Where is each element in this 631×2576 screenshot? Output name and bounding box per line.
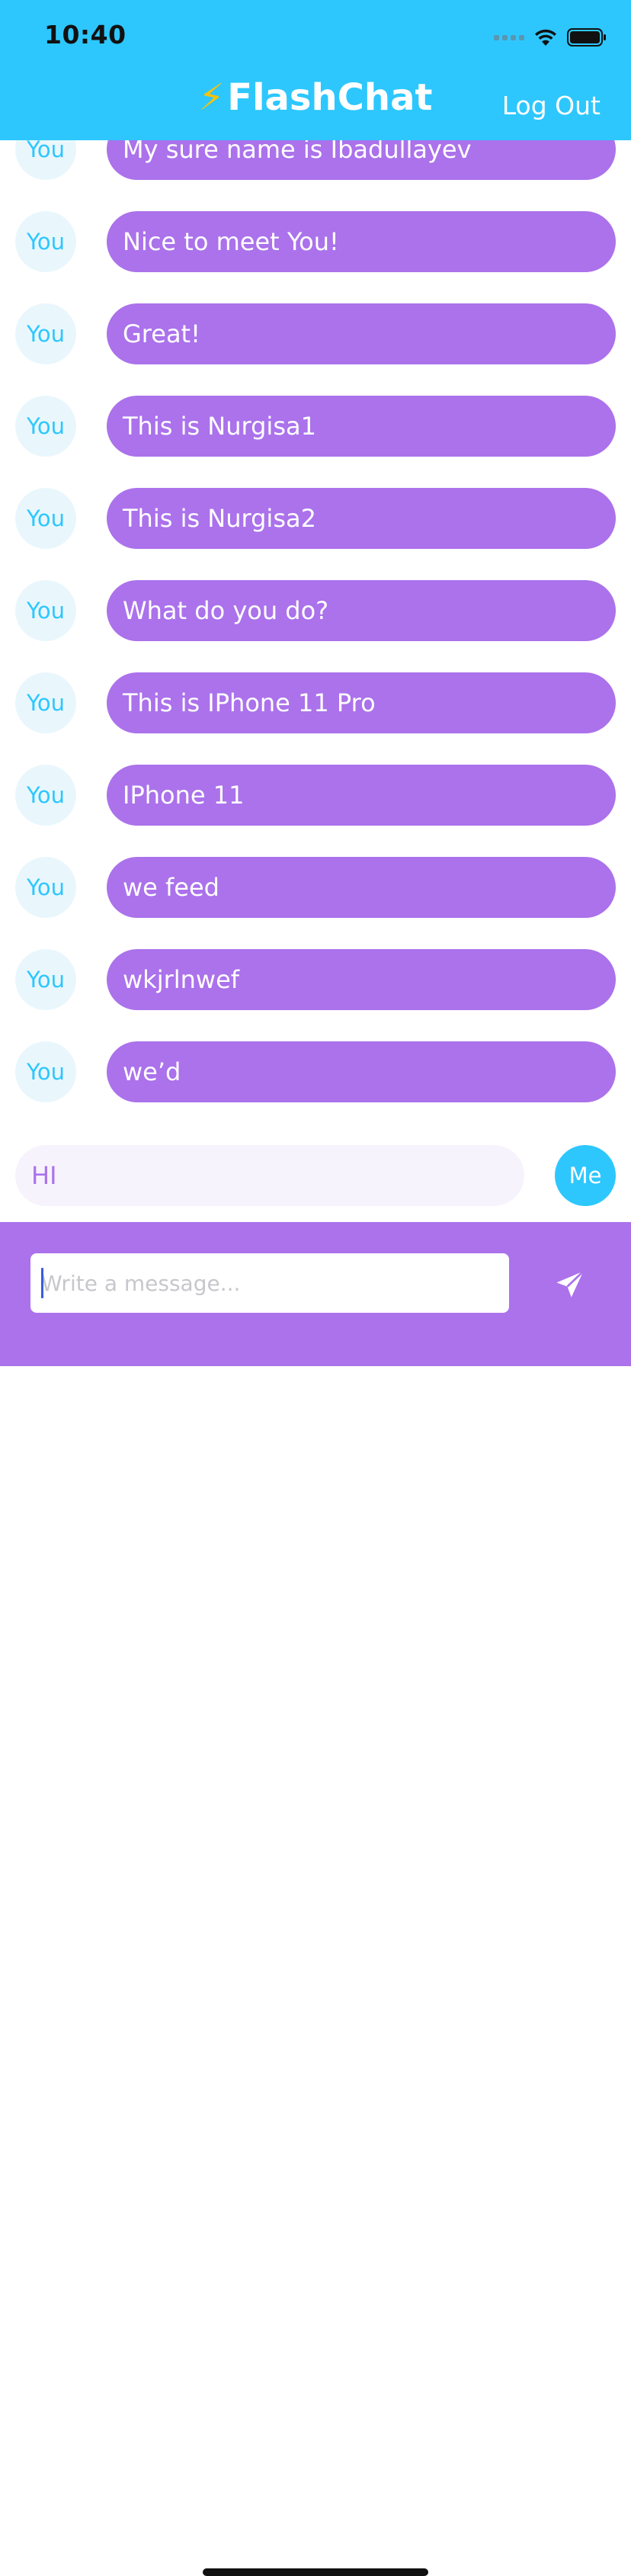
avatar: You (15, 949, 76, 1010)
message-row: You wkjrlnwef (0, 949, 631, 1010)
wifi-icon (535, 29, 556, 46)
compose-bar (0, 1222, 631, 2576)
message-row: You Nice to meet You! (0, 211, 631, 272)
message-bubble: This is IPhone 11 Pro (107, 672, 616, 733)
avatar-me: Me (555, 1145, 616, 1206)
avatar: You (15, 1041, 76, 1102)
avatar: You (15, 140, 76, 180)
message-row: You What do you do? (0, 580, 631, 641)
message-bubble: This is Nurgisa1 (107, 396, 616, 457)
message-bubble: My sure name is Ibadullayev (107, 140, 616, 180)
cellular-signal-icon (494, 34, 524, 40)
message-bubble: Great! (107, 303, 616, 364)
send-button[interactable] (550, 1265, 590, 1304)
avatar: You (15, 765, 76, 826)
message-bubble: Nice to meet You! (107, 211, 616, 272)
message-input[interactable] (30, 1253, 509, 1313)
avatar: You (15, 211, 76, 272)
avatar: You (15, 488, 76, 549)
battery-icon (567, 28, 606, 47)
message-bubble: IPhone 11 (107, 765, 616, 826)
status-time: 10:40 (44, 20, 127, 50)
avatar: You (15, 580, 76, 641)
message-bubble: wkjrlnwef (107, 949, 616, 1010)
message-row: You This is IPhone 11 Pro (0, 672, 631, 733)
message-row: You we feed (0, 857, 631, 918)
message-row: You Great! (0, 303, 631, 364)
message-bubble-me: HI (15, 1145, 524, 1206)
text-caret (41, 1268, 43, 1298)
message-row: You My sure name is Ibadullayev (0, 140, 631, 180)
message-row: You we’d (0, 1041, 631, 1102)
message-bubble: we’d (107, 1041, 616, 1102)
home-indicator (203, 2568, 428, 2576)
logout-button[interactable]: Log Out (502, 91, 601, 120)
app-title-text: FlashChat (227, 76, 433, 119)
message-bubble: we feed (107, 857, 616, 918)
avatar: You (15, 857, 76, 918)
avatar: You (15, 396, 76, 457)
message-list[interactable]: You My sure name is Ibadullayev You Nice… (0, 140, 631, 1221)
avatar: You (15, 303, 76, 364)
message-bubble: What do you do? (107, 580, 616, 641)
navigation-bar: 10:40 ⚡FlashChat Log Out (0, 0, 631, 140)
message-row: You This is Nurgisa2 (0, 488, 631, 549)
message-row-me: HI Me (0, 1145, 631, 1206)
lightning-bolt-icon: ⚡ (198, 76, 225, 119)
paper-plane-icon (556, 1270, 585, 1298)
message-row: You IPhone 11 (0, 765, 631, 826)
message-row: You This is Nurgisa1 (0, 396, 631, 457)
message-bubble: This is Nurgisa2 (107, 488, 616, 549)
avatar: You (15, 672, 76, 733)
status-icons (494, 24, 607, 50)
